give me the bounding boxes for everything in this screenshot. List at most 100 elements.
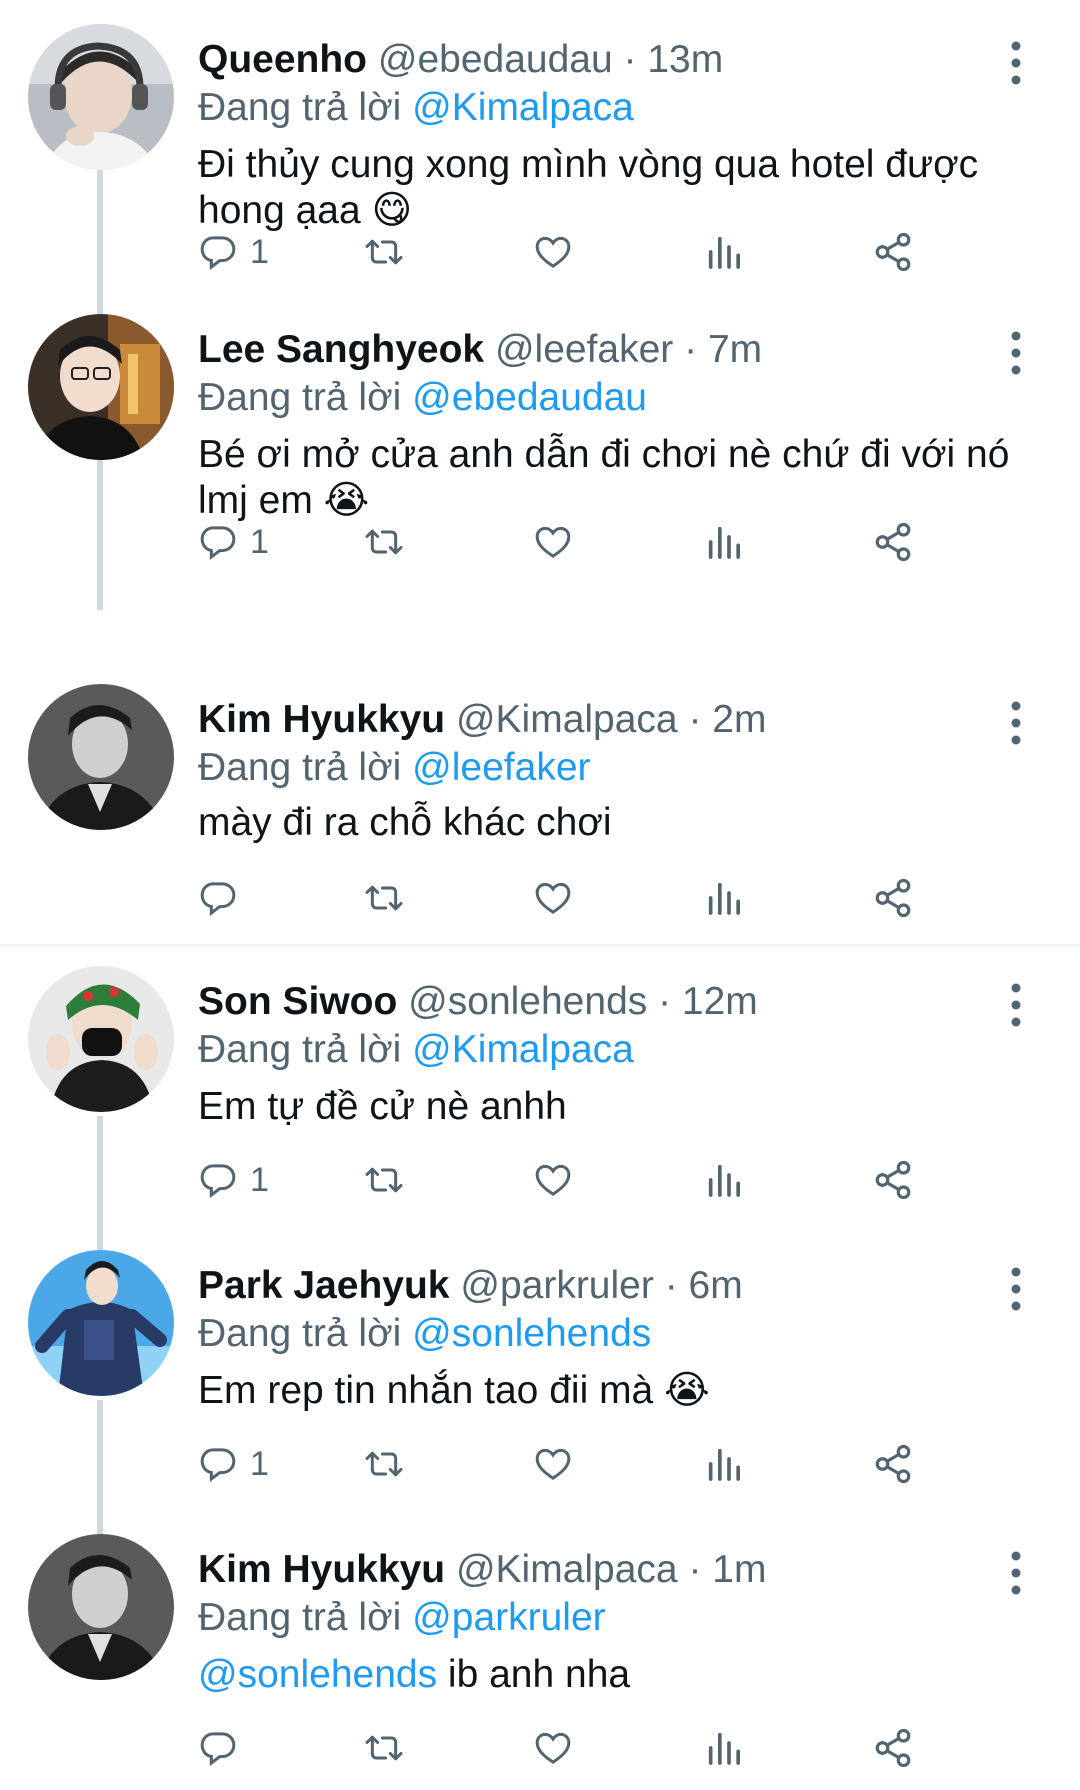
avatar[interactable] [28,684,174,830]
tweet[interactable]: Queenho @ebedaudau · 13m Đang trả lời @K… [0,24,1080,314]
like-button[interactable] [532,224,574,280]
reply-mention[interactable]: @Kimalpaca [412,1028,634,1071]
share-button[interactable] [872,514,914,570]
reply-mention[interactable]: @leefaker [412,746,590,789]
username[interactable]: @Kimalpaca [456,1548,678,1591]
retweet-icon [365,1451,403,1477]
tweet[interactable]: Kim Hyukkyu @Kimalpaca · 1m Đang trả lời… [0,1534,1080,1790]
reply-mention[interactable]: @sonlehends [412,1312,651,1355]
avatar[interactable] [28,1250,174,1396]
tweet[interactable]: Park Jaehyuk @parkruler · 6m Đang trả lờ… [0,1250,1080,1534]
more-vertical-icon[interactable] [1006,38,1026,88]
display-name[interactable]: Queenho [198,38,367,81]
reply-button[interactable]: 1 [198,1436,269,1492]
retweet-button[interactable] [362,224,406,280]
views-button[interactable] [704,1720,744,1776]
tweet-text: mày đi ra chỗ khác chơi [198,801,612,844]
timestamp: · 13m [623,38,724,81]
like-button[interactable] [532,514,574,570]
replying-to-label: Đang trả lời [198,746,402,789]
display-name[interactable]: Son Siwoo [198,980,397,1023]
replying-to-label: Đang trả lời [198,86,402,129]
tweet[interactable]: Kim Hyukkyu @Kimalpaca · 2m Đang trả lời… [0,604,1080,944]
like-button[interactable] [532,870,574,926]
display-name[interactable]: Park Jaehyuk [198,1264,450,1307]
reply-icon [200,882,236,917]
timestamp: · 2m [688,698,767,741]
views-button[interactable] [704,514,744,570]
share-button[interactable] [872,1720,914,1776]
username[interactable]: @parkruler [460,1264,653,1307]
reply-mention[interactable]: @parkruler [412,1596,605,1639]
avatar[interactable] [28,1534,174,1680]
reply-button[interactable]: 1 [198,224,269,280]
username[interactable]: @ebedaudau [378,38,613,81]
action-bar: 1 [198,1436,1028,1492]
display-name[interactable]: Lee Sanghyeok [198,328,484,371]
more-vertical-icon[interactable] [1006,980,1026,1030]
views-icon [708,1448,740,1481]
retweet-button[interactable] [362,514,406,570]
share-button[interactable] [872,870,914,926]
more-vertical-icon[interactable] [1006,698,1026,748]
retweet-icon [365,1735,403,1761]
share-button[interactable] [872,1436,914,1492]
display-name[interactable]: Kim Hyukkyu [198,698,445,741]
share-button[interactable] [872,1152,914,1208]
conversation-divider [0,944,1080,946]
tweet-header: Lee Sanghyeok @leefaker · 7m [198,328,990,372]
replying-to: Đang trả lời @Kimalpaca [198,1028,634,1072]
action-bar: 1 [198,1152,1028,1208]
replying-to-label: Đang trả lời [198,1028,402,1071]
like-button[interactable] [532,1436,574,1492]
retweet-button[interactable] [362,1152,406,1208]
reply-icon [200,1448,236,1483]
more-vertical-icon[interactable] [1006,328,1026,378]
reply-count: 1 [250,232,269,271]
like-button[interactable] [532,1720,574,1776]
reply-mention[interactable]: @Kimalpaca [412,86,634,129]
retweet-button[interactable] [362,870,406,926]
reply-count: 1 [250,1160,269,1199]
action-bar: 1 [198,514,1028,570]
username[interactable]: @Kimalpaca [456,698,678,741]
action-bar [198,870,1028,926]
reply-count: 1 [250,522,269,561]
action-bar: 1 [198,224,1028,280]
views-button[interactable] [704,224,744,280]
display-name[interactable]: Kim Hyukkyu [198,1548,445,1591]
reply-button[interactable] [198,1720,250,1776]
timestamp: · 6m [664,1264,743,1307]
share-button[interactable] [872,224,914,280]
heart-icon [535,882,571,914]
replying-to-label: Đang trả lời [198,376,402,419]
views-button[interactable] [704,1152,744,1208]
avatar[interactable] [28,966,174,1112]
more-vertical-icon[interactable] [1006,1264,1026,1314]
text-mention[interactable]: @sonlehends [198,1653,437,1696]
views-button[interactable] [704,1436,744,1492]
retweet-button[interactable] [362,1436,406,1492]
like-button[interactable] [532,1152,574,1208]
replying-to: Đang trả lời @parkruler [198,1596,606,1640]
tweet[interactable]: Lee Sanghyeok @leefaker · 7m Đang trả lờ… [0,314,1080,604]
views-button[interactable] [704,870,744,926]
avatar[interactable] [28,24,174,170]
reply-button[interactable] [198,870,250,926]
avatar[interactable] [28,314,174,460]
username[interactable]: @sonlehends [408,980,647,1023]
action-bar [198,1720,1028,1776]
replying-to-label: Đang trả lời [198,1312,402,1355]
more-vertical-icon[interactable] [1006,1548,1026,1598]
reply-icon [200,526,236,561]
retweet-button[interactable] [362,1720,406,1776]
tweet-header: Park Jaehyuk @parkruler · 6m [198,1264,990,1308]
reply-mention[interactable]: @ebedaudau [412,376,647,419]
heart-icon [535,1448,571,1480]
tweet[interactable]: Son Siwoo @sonlehends · 12m Đang trả lời… [0,966,1080,1250]
retweet-icon [365,239,403,265]
username[interactable]: @leefaker [495,328,673,371]
reply-button[interactable]: 1 [198,514,269,570]
reply-button[interactable]: 1 [198,1152,269,1208]
replying-to: Đang trả lời @leefaker [198,746,591,790]
